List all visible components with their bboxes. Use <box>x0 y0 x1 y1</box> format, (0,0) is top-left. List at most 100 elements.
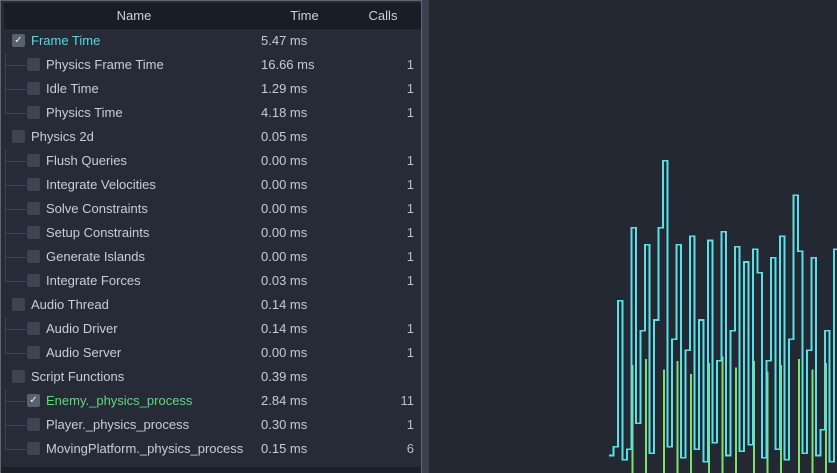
row-name-label: Frame Time <box>31 29 100 53</box>
tree-guide-horizontal <box>5 257 26 258</box>
row-time-value: 0.03 ms <box>261 269 307 293</box>
row-name-label: Solve Constraints <box>46 197 148 221</box>
row-name-label: Flush Queries <box>46 149 127 173</box>
row-calls-value: 1 <box>407 173 414 197</box>
tree-row-audio-server[interactable]: Audio Server 0.00 ms 1 <box>1 341 421 365</box>
tree-guide-horizontal <box>5 329 26 330</box>
row-time-value: 0.05 ms <box>261 125 307 149</box>
row-time-value: 0.00 ms <box>261 341 307 365</box>
row-checkbox[interactable] <box>27 82 40 95</box>
row-calls-value: 1 <box>407 341 414 365</box>
tree-row-solve-constraints[interactable]: Solve Constraints 0.00 ms 1 <box>1 197 421 221</box>
row-time-value: 0.14 ms <box>261 317 307 341</box>
row-time-value: 2.84 ms <box>261 389 307 413</box>
row-name-label: Audio Driver <box>46 317 118 341</box>
tree-row-frame-time[interactable]: ✓ Frame Time 5.47 ms <box>1 29 421 53</box>
row-checkbox[interactable] <box>27 226 40 239</box>
column-header-name[interactable]: Name <box>4 3 264 29</box>
row-time-value: 5.47 ms <box>261 29 307 53</box>
row-calls-value: 1 <box>407 197 414 221</box>
row-calls-value: 1 <box>407 149 414 173</box>
profiler-tree: Name Time Calls ✓ Frame Time 5.47 ms Phy… <box>0 0 422 473</box>
tree-row-integrate-forces[interactable]: Integrate Forces 0.03 ms 1 <box>1 269 421 293</box>
tree-guide-horizontal <box>5 65 26 66</box>
row-name-label: Setup Constraints <box>46 221 149 245</box>
row-time-value: 0.00 ms <box>261 149 307 173</box>
frame-graph-canvas[interactable] <box>429 0 837 473</box>
panel-splitter[interactable] <box>422 0 429 473</box>
tree-rows: ✓ Frame Time 5.47 ms Physics Frame Time … <box>1 29 421 461</box>
tree-row-physics-2d[interactable]: Physics 2d 0.05 ms <box>1 125 421 149</box>
tree-guide-horizontal <box>5 233 26 234</box>
row-time-value: 0.00 ms <box>261 245 307 269</box>
row-time-value: 0.00 ms <box>261 197 307 221</box>
row-checkbox[interactable] <box>27 202 40 215</box>
row-calls-value: 1 <box>407 413 414 437</box>
row-checkbox[interactable]: ✓ <box>27 394 40 407</box>
row-time-value: 0.39 ms <box>261 365 307 389</box>
tree-guide-vertical <box>5 269 6 281</box>
row-name-label: Player._physics_process <box>46 413 189 437</box>
tree-guide-horizontal <box>5 209 26 210</box>
row-checkbox[interactable] <box>27 442 40 455</box>
tree-row-generate-islands[interactable]: Generate Islands 0.00 ms 1 <box>1 245 421 269</box>
row-checkbox[interactable] <box>27 274 40 287</box>
tree-row-idle-time[interactable]: Idle Time 1.29 ms 1 <box>1 77 421 101</box>
row-name-label: Idle Time <box>46 77 99 101</box>
row-time-value: 0.00 ms <box>261 173 307 197</box>
row-name-label: Audio Thread <box>31 293 109 317</box>
row-calls-value: 1 <box>407 101 414 125</box>
row-time-value: 0.15 ms <box>261 437 307 461</box>
row-checkbox[interactable] <box>27 250 40 263</box>
row-checkbox[interactable] <box>12 370 25 383</box>
row-calls-value: 1 <box>407 53 414 77</box>
tree-row-script-functions[interactable]: Script Functions 0.39 ms <box>1 365 421 389</box>
row-name-label: Enemy._physics_process <box>46 389 192 413</box>
frame-graph-panel[interactable] <box>429 0 837 473</box>
tree-row-audio-driver[interactable]: Audio Driver 0.14 ms 1 <box>1 317 421 341</box>
row-name-label: MovingPlatform._physics_process <box>46 437 243 461</box>
tree-row-setup-constraints[interactable]: Setup Constraints 0.00 ms 1 <box>1 221 421 245</box>
row-time-value: 0.14 ms <box>261 293 307 317</box>
row-checkbox[interactable] <box>27 178 40 191</box>
row-name-label: Integrate Velocities <box>46 173 156 197</box>
row-checkbox[interactable] <box>27 418 40 431</box>
row-checkbox[interactable] <box>12 298 25 311</box>
tree-guide-vertical <box>5 437 6 449</box>
tree-guide-horizontal <box>5 89 26 90</box>
row-time-value: 0.00 ms <box>261 221 307 245</box>
tree-row-audio-thread[interactable]: Audio Thread 0.14 ms <box>1 293 421 317</box>
row-checkbox[interactable] <box>27 106 40 119</box>
tree-row-player-physics-process[interactable]: Player._physics_process 0.30 ms 1 <box>1 413 421 437</box>
tree-bottom-edge <box>1 467 421 473</box>
tree-guide-horizontal <box>5 353 26 354</box>
tree-guide-horizontal <box>5 161 26 162</box>
tree-header: Name Time Calls <box>4 3 421 29</box>
tree-row-physics-time[interactable]: Physics Time 4.18 ms 1 <box>1 101 421 125</box>
row-calls-value: 1 <box>407 221 414 245</box>
column-header-time[interactable]: Time <box>262 3 347 29</box>
row-checkbox[interactable] <box>12 130 25 143</box>
row-name-label: Physics Time <box>46 101 123 125</box>
tree-row-physics-frame-time[interactable]: Physics Frame Time 16.66 ms 1 <box>1 53 421 77</box>
tree-row-movingplatform-physics-process[interactable]: MovingPlatform._physics_process 0.15 ms … <box>1 437 421 461</box>
tree-row-integrate-velocities[interactable]: Integrate Velocities 0.00 ms 1 <box>1 173 421 197</box>
row-checkbox[interactable] <box>27 154 40 167</box>
row-checkbox[interactable] <box>27 346 40 359</box>
row-name-label: Integrate Forces <box>46 269 141 293</box>
row-checkbox[interactable]: ✓ <box>12 34 25 47</box>
column-header-calls[interactable]: Calls <box>346 3 420 29</box>
tree-guide-vertical <box>5 341 6 353</box>
row-calls-value: 1 <box>407 77 414 101</box>
profiler-panel: Name Time Calls ✓ Frame Time 5.47 ms Phy… <box>0 0 837 473</box>
tree-guide-horizontal <box>5 185 26 186</box>
tree-row-flush-queries[interactable]: Flush Queries 0.00 ms 1 <box>1 149 421 173</box>
tree-guide-horizontal <box>5 281 26 282</box>
row-checkbox[interactable] <box>27 322 40 335</box>
tree-row-enemy-physics-process[interactable]: ✓ Enemy._physics_process 2.84 ms 11 <box>1 389 421 413</box>
row-checkbox[interactable] <box>27 58 40 71</box>
row-calls-value: 1 <box>407 269 414 293</box>
row-calls-value: 1 <box>407 245 414 269</box>
row-name-label: Physics Frame Time <box>46 53 164 77</box>
row-name-label: Physics 2d <box>31 125 94 149</box>
